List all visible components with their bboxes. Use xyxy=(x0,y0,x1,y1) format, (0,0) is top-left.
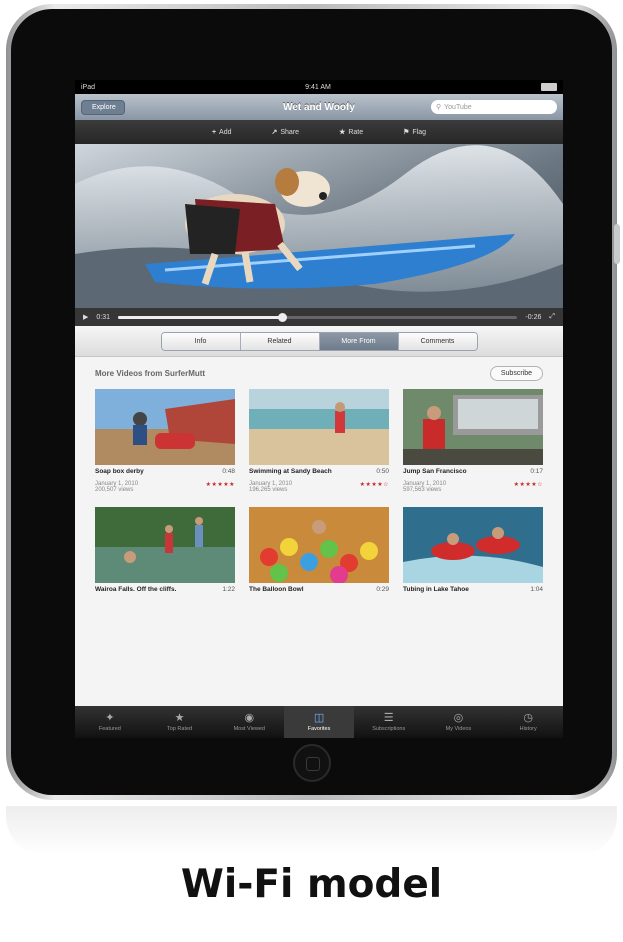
video-card[interactable]: Tubing in Lake Tahoe 1:04 xyxy=(403,507,543,593)
video-duration: 1:04 xyxy=(530,586,543,593)
rating-stars: ★★★★☆ xyxy=(513,482,543,488)
video-actions-bar: + Add ↗ Share ★ Rate ⚑ Flag xyxy=(75,120,563,144)
add-button[interactable]: + Add xyxy=(212,129,232,136)
rating-stars: ★★★★★ xyxy=(205,482,235,488)
video-card[interactable]: The Balloon Bowl 0:29 xyxy=(249,507,389,593)
elapsed-time: 0:31 xyxy=(96,313,111,321)
player-controls: ▶ 0:31 -0:26 ⤢ xyxy=(75,308,563,326)
video-title: Tubing in Lake Tahoe xyxy=(403,586,469,593)
video-duration: 0:50 xyxy=(376,468,389,475)
star-icon: ★ xyxy=(174,711,185,724)
more-videos-section: More Videos from SurferMutt Subscribe So… xyxy=(75,357,563,593)
segment-more-from[interactable]: More From xyxy=(319,332,399,350)
tab-featured[interactable]: ✦ Featured xyxy=(75,706,145,738)
segment-comments[interactable]: Comments xyxy=(398,332,477,350)
video-thumbnail xyxy=(95,507,235,583)
video-views: 196,265 views xyxy=(249,487,288,493)
section-title: More Videos from SurferMutt xyxy=(95,368,206,378)
tab-bar: ✦ Featured ★ Top Rated ◉ Most Viewed ◫ Favor… xyxy=(75,706,563,738)
device-reflection xyxy=(6,806,617,856)
segment-bar: Info Related More From Comments xyxy=(75,326,563,357)
home-square-icon xyxy=(305,757,320,771)
video-views: 200,507 views xyxy=(95,487,134,493)
video-thumbnail xyxy=(95,389,235,465)
video-title: Soap box derby xyxy=(95,468,144,475)
status-time: 9:41 AM xyxy=(305,83,331,91)
tab-top-rated[interactable]: ★ Top Rated xyxy=(145,706,215,738)
scrubber-progress xyxy=(118,315,282,319)
segmented-control: Info Related More From Comments xyxy=(160,331,478,351)
search-field[interactable]: ⚲ YouTube xyxy=(431,100,557,114)
search-placeholder: YouTube xyxy=(444,103,472,111)
video-player[interactable] xyxy=(75,144,563,308)
video-thumbnail xyxy=(403,389,543,465)
rate-button[interactable]: ★ Rate xyxy=(339,128,363,137)
plus-icon: + xyxy=(211,128,217,136)
video-card[interactable]: Swimming at Sandy Beach 0:50 January 1, 2… xyxy=(249,389,389,493)
segment-info[interactable]: Info xyxy=(161,332,241,350)
tab-subscriptions[interactable]: ☰ Subscriptions xyxy=(354,706,424,738)
video-duration: 0:17 xyxy=(530,468,543,475)
tab-most-viewed[interactable]: ◉ Most Viewed xyxy=(214,706,284,738)
tab-history[interactable]: ◷ History xyxy=(493,706,563,738)
video-card[interactable]: Jump San Francisco 0:17 January 1, 2010 59… xyxy=(403,389,543,493)
video-title: Swimming at Sandy Beach xyxy=(249,468,332,475)
play-icon[interactable]: ▶ xyxy=(83,313,88,321)
history-icon: ◷ xyxy=(523,711,533,724)
video-frame-dog-surfing xyxy=(75,145,563,308)
youtube-app-screen: iPad 9:41 AM Explore Wet and Woofy ⚲ You… xyxy=(75,80,563,738)
search-icon: ⚲ xyxy=(436,104,442,111)
video-views: 597,563 views xyxy=(403,487,442,493)
video-thumbnail xyxy=(249,507,389,583)
favorites-icon: ◫ xyxy=(313,711,325,724)
carrier-label: iPad xyxy=(81,83,96,91)
featured-icon: ✦ xyxy=(105,711,115,724)
subscribe-button[interactable]: Subscribe xyxy=(489,365,543,381)
video-duration: 1:22 xyxy=(222,586,235,593)
tab-favorites[interactable]: ◫ Favorites xyxy=(284,706,354,738)
video-card[interactable]: Wairoa Falls. Off the cliffs. 1:22 xyxy=(95,507,235,593)
flag-icon: ⚑ xyxy=(403,129,410,136)
video-title: The Balloon Bowl xyxy=(249,586,304,593)
share-icon: ↗ xyxy=(271,129,278,136)
scrubber-handle[interactable] xyxy=(277,312,287,322)
star-icon: ★ xyxy=(339,129,346,136)
video-title: Jump San Francisco xyxy=(403,468,467,475)
remaining-time: -0:26 xyxy=(525,313,542,321)
video-thumbnail xyxy=(403,507,543,583)
fullscreen-icon[interactable]: ⤢ xyxy=(549,313,555,321)
video-duration: 0:29 xyxy=(376,586,389,593)
model-caption: Wi-Fi model xyxy=(180,862,443,907)
video-duration: 0:48 xyxy=(222,468,235,475)
video-grid: Soap box derby 0:48 January 1, 2010 200,50… xyxy=(95,389,543,593)
back-button[interactable]: Explore xyxy=(81,99,125,115)
video-title: Wairoa Falls. Off the cliffs. xyxy=(95,586,177,593)
share-button[interactable]: ↗ Share xyxy=(271,128,300,137)
video-card[interactable]: Soap box derby 0:48 January 1, 2010 200,50… xyxy=(95,389,235,493)
segment-related[interactable]: Related xyxy=(240,332,320,350)
scrubber[interactable] xyxy=(118,312,518,322)
flag-button[interactable]: ⚑ Flag xyxy=(403,128,426,137)
status-bar: iPad 9:41 AM xyxy=(75,80,563,94)
navigation-bar: Explore Wet and Woofy ⚲ YouTube xyxy=(75,94,563,120)
video-thumbnail xyxy=(249,389,389,465)
most-viewed-icon: ◉ xyxy=(244,711,255,724)
home-button[interactable] xyxy=(292,744,331,782)
side-switch xyxy=(614,224,620,264)
battery-icon xyxy=(540,83,557,91)
tab-my-videos[interactable]: ◎ My Videos xyxy=(424,706,494,738)
subscriptions-icon: ☰ xyxy=(383,711,394,724)
my-videos-icon: ◎ xyxy=(453,711,464,724)
rating-stars: ★★★★☆ xyxy=(359,482,389,488)
